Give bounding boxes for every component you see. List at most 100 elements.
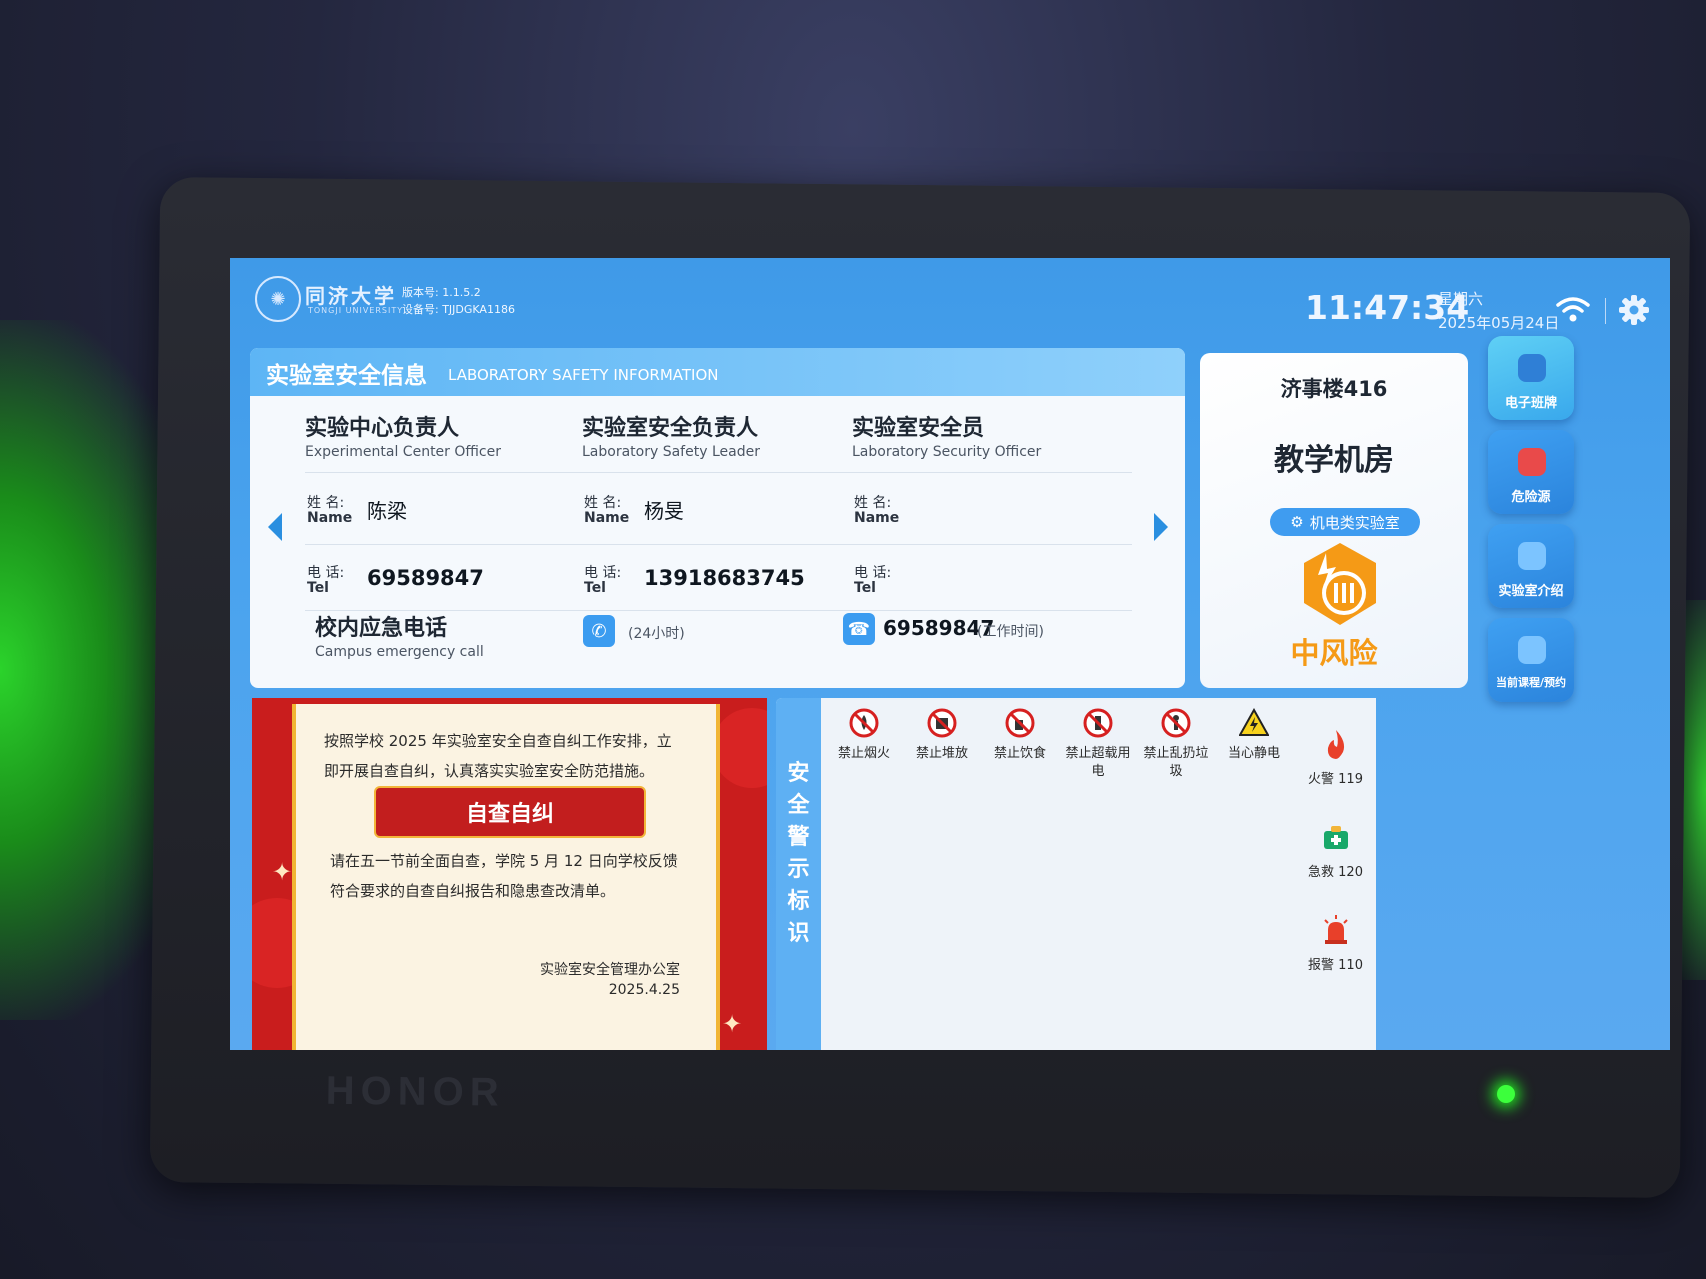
static-warning-icon: [1238, 707, 1270, 736]
side-nav-label: 当前课程/预约: [1495, 676, 1567, 689]
room-number: 济事楼416: [1280, 377, 1388, 401]
officer-tel: 13918683745: [644, 566, 805, 590]
university-sub: TONGJI UNIVERSITY: [308, 306, 404, 315]
risk-level: 中风险: [1290, 636, 1378, 670]
first-aid-icon: [1323, 826, 1348, 849]
room-category-badge: ⚙ 机电类实验室: [1270, 508, 1420, 536]
call-label: 急救 120: [1308, 865, 1363, 880]
officer-name: 陈梁: [367, 499, 407, 523]
flask-icon: [1518, 542, 1546, 570]
monitor-icon: [1518, 354, 1546, 382]
warning-sign: 当心静电: [1216, 707, 1292, 763]
side-nav-course-booking[interactable]: 当前课程/预约: [1488, 618, 1574, 702]
divider: [582, 610, 862, 611]
warning-sign: 禁止超载用电: [1060, 708, 1136, 781]
sign-label: 禁止烟火: [837, 746, 890, 761]
emergency-call-police[interactable]: 报警 110: [1298, 914, 1373, 973]
officer-role-cn: 实验中心负责人: [305, 416, 460, 441]
weekday: 星期六: [1438, 290, 1484, 308]
gear-icon[interactable]: [1618, 294, 1650, 326]
name-label-en: Name: [307, 510, 353, 526]
info-title-en: LABORATORY SAFETY INFORMATION: [448, 366, 719, 384]
no-food-icon: [1005, 708, 1035, 738]
tel-label-cn: 电 话:: [854, 565, 892, 581]
header: ✺ 同济大学 TONGJI UNIVERSITY 版本号: 1.1.5.2 设备…: [230, 258, 1670, 338]
side-nav-label: 电子班牌: [1504, 396, 1557, 411]
tel-label-en: Tel: [854, 580, 876, 596]
hours-24-label: (24小时): [628, 626, 685, 642]
name-label-en: Name: [584, 510, 630, 526]
room-name: 教学机房: [1274, 443, 1394, 478]
divider: [852, 544, 1132, 545]
notice-paragraph-2: 请在五一节前全面自查，学院 5 月 12 日向学校反馈符合要求的自查自纠报告和隐…: [330, 852, 678, 900]
lab-safety-info-header: 实验室安全信息 LABORATORY SAFETY INFORMATION: [250, 348, 1185, 396]
room-category: 机电类实验室: [1309, 513, 1400, 532]
name-label-en: Name: [854, 510, 900, 526]
telephone-icon: ☎: [843, 613, 875, 645]
call-label: 火警 119: [1308, 772, 1363, 787]
device-meta: 版本号: 1.1.5.2 设备号: TJJDGKA1186: [402, 284, 515, 318]
side-nav-label: 实验室介绍: [1498, 584, 1564, 599]
warning-sign: 禁止饮食: [982, 708, 1058, 763]
name-label-cn: 姓 名:: [307, 495, 345, 511]
officer-tel: 69589847: [367, 566, 484, 590]
lab-safety-info-panel: 实验室安全信息 LABORATORY SAFETY INFORMATION 实验…: [250, 348, 1185, 688]
phone-icon: ✆: [583, 615, 615, 647]
prev-arrow-icon[interactable]: [268, 513, 282, 541]
tel-label-en: Tel: [584, 580, 606, 596]
emergency-call-fire[interactable]: 火警 119: [1298, 728, 1373, 787]
side-nav-lab-intro[interactable]: 实验室介绍: [1488, 524, 1574, 608]
officer-card-security: 实验室安全员 Laboratory Security Officer 姓 名: …: [852, 396, 1142, 686]
safety-warning-panel: 安全警示标识 禁止烟火 禁止堆放 禁止饮食 禁止超载用电 禁止乱扔垃圾 当心静电: [776, 698, 1376, 1050]
university-seal-icon: ✺: [255, 276, 301, 322]
sign-label: 禁止饮食: [993, 746, 1046, 761]
divider: [305, 472, 585, 473]
no-overload-icon: [1083, 708, 1113, 738]
notice-paragraph-1: 按照学校 2025 年实验室安全自查自纠工作安排，立即开展自查自纠，认真落实实验…: [324, 732, 672, 780]
call-label: 报警 110: [1308, 958, 1363, 973]
officer-role-en: Laboratory Safety Leader: [582, 444, 760, 460]
sign-label: 禁止超载用电: [1065, 746, 1131, 779]
emergency-call-ambulance[interactable]: 急救 120: [1298, 821, 1373, 880]
info-title-cn: 实验室安全信息: [266, 363, 427, 389]
side-nav-hazard-source[interactable]: 危险源: [1488, 430, 1574, 514]
no-littering-icon: [1161, 708, 1191, 738]
wifi-icon: [1556, 297, 1590, 322]
no-fire-icon: [849, 708, 879, 738]
device-label: 设备号: TJJDGKA1186: [402, 303, 515, 316]
officer-card-center: 实验中心负责人 Experimental Center Officer 姓 名:…: [305, 396, 595, 686]
room-card: 济事楼416 教学机房 ⚙ 机电类实验室 中风险: [1200, 353, 1468, 688]
sign-label: 当心静电: [1227, 746, 1280, 761]
name-label-cn: 姓 名:: [584, 495, 622, 511]
name-label-cn: 姓 名:: [854, 495, 892, 511]
side-nav-e-class-card[interactable]: 电子班牌: [1488, 336, 1574, 420]
warning-sign: 禁止烟火: [826, 708, 902, 763]
officer-role-en: Experimental Center Officer: [305, 444, 501, 460]
tel-label-cn: 电 话:: [584, 565, 622, 581]
divider: [582, 544, 862, 545]
bezel-brand: HONOR: [325, 1068, 505, 1115]
divider: [852, 472, 1132, 473]
divider: [582, 472, 862, 473]
star-decoration: ✦: [722, 1010, 743, 1038]
gear-small-icon: ⚙: [1290, 513, 1304, 531]
work-hours-label: (工作时间): [977, 624, 1044, 640]
star-decoration: ✦: [272, 858, 293, 886]
decoration: [712, 708, 767, 788]
notice-signature-org: 实验室安全管理办公室: [540, 962, 680, 978]
warning-sign: 禁止堆放: [904, 708, 980, 763]
notice-signature-date: 2025.4.25: [608, 982, 680, 998]
no-stacking-icon: [927, 708, 957, 738]
next-arrow-icon[interactable]: [1154, 513, 1168, 541]
divider: [852, 610, 1132, 611]
officer-card-leader: 实验室安全负责人 Laboratory Safety Leader 姓 名: N…: [582, 396, 872, 686]
warning-title-bar: 安全警示标识: [776, 698, 821, 1050]
notice-signature: 实验室安全管理办公室 2025.4.25: [540, 960, 680, 1000]
power-led: [1497, 1085, 1515, 1103]
risk-shield-icon: [1304, 543, 1376, 625]
university-name: 同济大学: [305, 284, 397, 308]
tel-label-cn: 电 话:: [307, 565, 345, 581]
officer-role-cn: 实验室安全负责人: [582, 416, 759, 441]
self-check-button[interactable]: 自查自纠: [374, 786, 646, 838]
warning-sign: 禁止乱扔垃圾: [1138, 708, 1214, 781]
